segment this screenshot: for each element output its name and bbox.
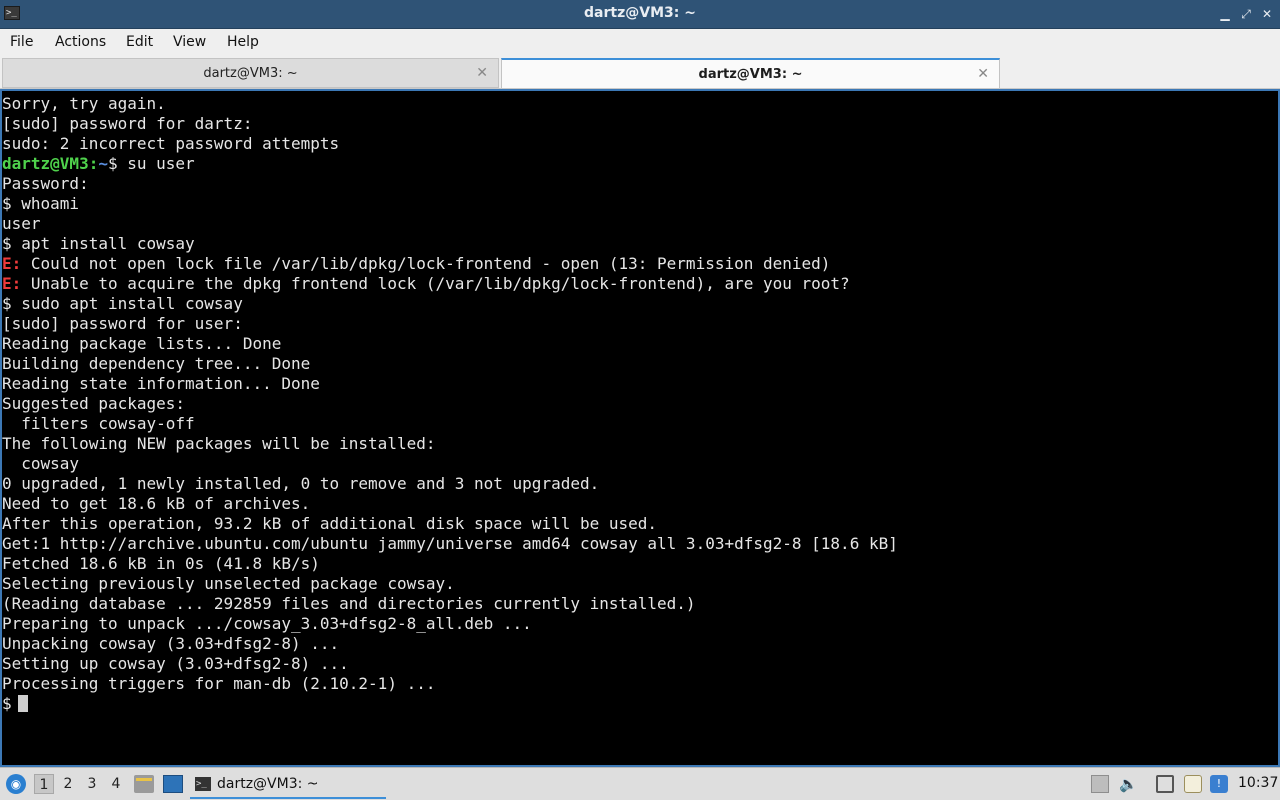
terminal-line: E: Could not open lock file /var/lib/dpk… [2,254,1278,274]
terminal-line: Unpacking cowsay (3.03+dfsg2-8) ... [2,634,340,653]
minimize-button[interactable]: ▁ [1217,6,1233,22]
text-cursor [17,695,28,712]
taskbar: ◉ 1 2 3 4 >_ dartz@VM3: ~ 🔈 ! 10:37 [0,767,1280,800]
clipboard-icon[interactable] [1184,775,1202,793]
terminal-line: Reading state information... Done [2,374,320,393]
terminal-line: Suggested packages: [2,394,186,413]
tab-label: dartz@VM3: ~ [698,67,803,82]
terminal-line: Fetched 18.6 kB in 0s (41.8 kB/s) [2,554,320,573]
shell-prompt: $ [2,694,12,713]
terminal-prompt-line[interactable]: $ [2,694,1278,714]
error-prefix: E: [2,274,22,293]
terminal-line: $ apt install cowsay [2,234,195,253]
tab-label: dartz@VM3: ~ [203,66,298,81]
workspace-2[interactable]: 2 [58,774,78,794]
terminal-line: Preparing to unpack .../cowsay_3.03+dfsg… [2,614,532,633]
menu-edit[interactable]: Edit [126,34,153,50]
task-label: dartz@VM3: ~ [217,776,319,792]
tab-1[interactable]: dartz@VM3: ~ ✕ [2,58,499,88]
menu-file[interactable]: File [10,34,33,50]
terminal-line: dartz@VM3:~$ su user [2,154,1278,174]
terminal-line: Setting up cowsay (3.03+dfsg2-8) ... [2,654,349,673]
network-icon[interactable] [1156,775,1174,793]
terminal-line: After this operation, 93.2 kB of additio… [2,514,658,533]
terminal-line: [sudo] password for user: [2,314,243,333]
menu-bar: File Actions Edit View Help [0,29,1280,56]
tray-indicator-icon[interactable] [1091,775,1109,793]
prompt-path: ~ [98,154,108,173]
volume-icon[interactable]: 🔈 [1119,775,1138,793]
terminal-line: Sorry, try again. [2,94,166,113]
menu-actions[interactable]: Actions [55,34,106,50]
terminal-line: 0 upgraded, 1 newly installed, 0 to remo… [2,474,600,493]
terminal-line: Building dependency tree... Done [2,354,311,373]
terminal-line: Need to get 18.6 kB of archives. [2,494,311,513]
terminal-line: user [2,214,41,233]
error-message: Unable to acquire the dpkg frontend lock… [21,274,850,293]
terminal-line: Selecting previously unselected package … [2,574,455,593]
terminal-icon: >_ [195,777,211,791]
menu-view[interactable]: View [173,34,206,50]
taskbar-window-button[interactable]: >_ dartz@VM3: ~ [190,771,386,799]
terminal-line: The following NEW packages will be insta… [2,434,436,453]
terminal-line: $ sudo apt install cowsay [2,294,243,313]
terminal-line: Password: [2,174,89,193]
menu-help[interactable]: Help [227,34,259,50]
tab-close-icon[interactable]: ✕ [476,65,488,81]
terminal-line: Reading package lists... Done [2,334,282,353]
terminal-line: $ whoami [2,194,80,213]
maximize-button[interactable]: ⤢ [1238,6,1254,22]
window-title: dartz@VM3: ~ [584,5,696,21]
error-message: Could not open lock file /var/lib/dpkg/l… [21,254,831,273]
clock[interactable]: 10:37 [1238,775,1278,791]
terminal-line: E: Unable to acquire the dpkg frontend l… [2,274,1278,294]
file-manager-icon[interactable] [134,775,154,793]
terminal-line: (Reading database ... 292859 files and d… [2,594,696,613]
close-button[interactable]: ✕ [1259,6,1275,22]
workspace-4[interactable]: 4 [106,774,126,794]
show-desktop-icon[interactable] [163,775,183,793]
window-titlebar[interactable]: >_ dartz@VM3: ~ ▁ ⤢ ✕ [0,0,1280,29]
update-notifier-icon[interactable]: ! [1210,775,1228,793]
terminal-line: sudo: 2 incorrect password attempts [2,134,340,153]
start-menu-icon[interactable]: ◉ [6,774,26,794]
terminal-line: Get:1 http://archive.ubuntu.com/ubuntu j… [2,534,898,553]
error-prefix: E: [2,254,22,273]
terminal-line: cowsay [2,454,80,473]
prompt-user-host: dartz@VM3: [2,154,99,173]
command-text: $ su user [107,154,195,173]
terminal-output[interactable]: Sorry, try again. [sudo] password for da… [0,89,1280,767]
workspace-3[interactable]: 3 [82,774,102,794]
terminal-line: Processing triggers for man-db (2.10.2-1… [2,674,436,693]
tab-bar: dartz@VM3: ~ ✕ dartz@VM3: ~ ✕ [0,56,1280,89]
terminal-line: filters cowsay-off [2,414,195,433]
tab-close-icon[interactable]: ✕ [977,66,989,82]
tab-2[interactable]: dartz@VM3: ~ ✕ [501,58,1000,88]
workspace-1[interactable]: 1 [34,774,54,794]
terminal-line: [sudo] password for dartz: [2,114,253,133]
